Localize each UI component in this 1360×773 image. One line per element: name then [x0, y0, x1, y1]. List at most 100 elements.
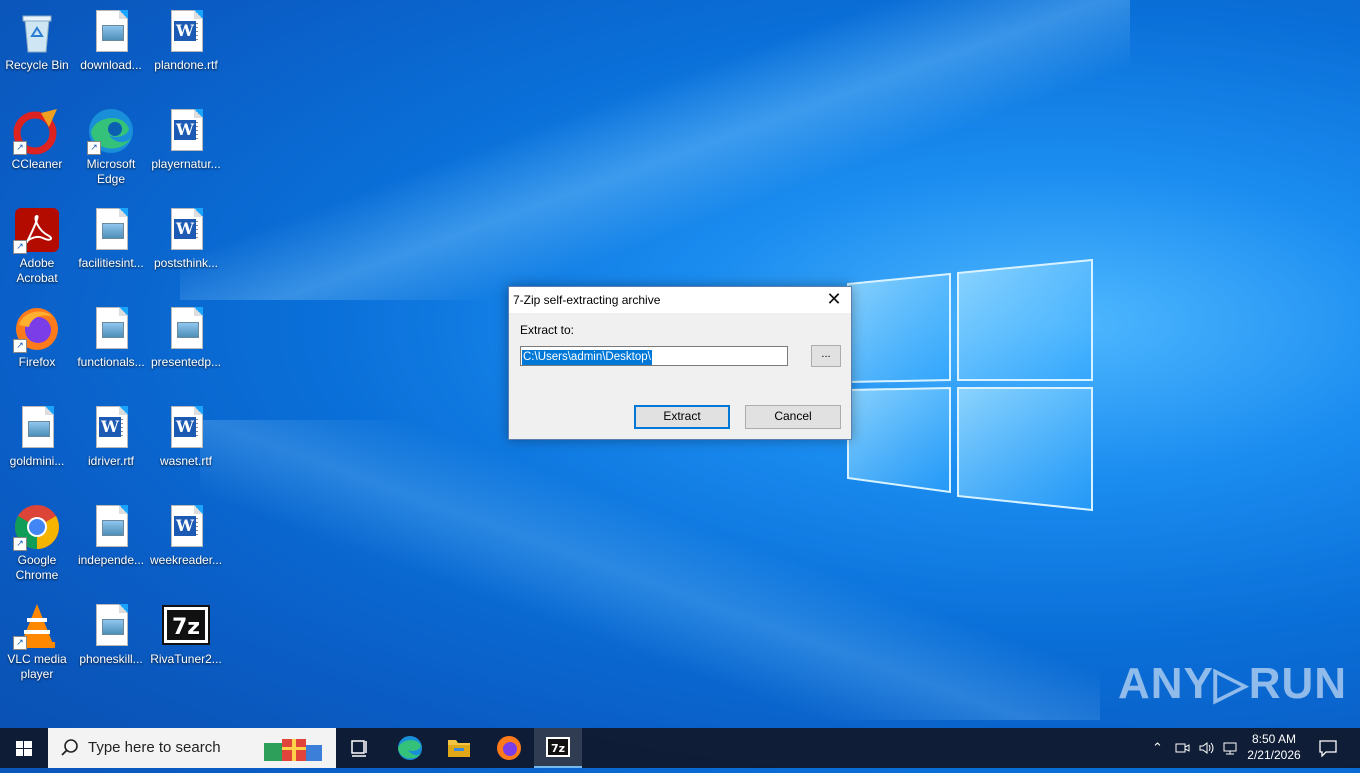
icon-label: independe...: [77, 553, 145, 567]
word-file-icon: W: [162, 404, 210, 452]
extract-path-value: C:\Users\admin\Desktop\: [522, 350, 652, 365]
browse-button[interactable]: ...: [811, 345, 841, 367]
icon-label: idriver.rtf: [87, 454, 134, 468]
folder-icon: [448, 740, 470, 757]
word-file-icon: W: [162, 8, 210, 56]
search-icon: [61, 739, 78, 756]
image-file-icon: [87, 602, 135, 650]
icon-label: VLC media player: [7, 652, 67, 681]
start-button[interactable]: [0, 728, 48, 768]
desktop-icon-poststhink[interactable]: W poststhink...: [149, 198, 223, 271]
desktop-icon-recycle-bin[interactable]: Recycle Bin: [0, 0, 74, 73]
icon-label: plandone.rtf: [154, 58, 218, 72]
firefox-icon: ↗: [13, 305, 61, 353]
notification-center-icon[interactable]: [1318, 739, 1338, 757]
desktop-icon-microsoft-edge[interactable]: ↗ Microsoft Edge: [74, 99, 148, 187]
clock[interactable]: 8:50 AM 2/21/2026: [1244, 731, 1304, 763]
icon-label: Firefox: [18, 355, 56, 369]
taskbar-edge[interactable]: [386, 728, 434, 768]
network-icon[interactable]: [1222, 740, 1240, 756]
image-file-icon: [87, 305, 135, 353]
svg-text:7z: 7z: [172, 615, 200, 640]
7zip-icon: 7z: [162, 602, 210, 650]
desktop-icon-rivatuner[interactable]: 7z RivaTuner2...: [149, 594, 223, 667]
gift-boxes-icon: [264, 739, 322, 761]
desktop-icon-ccleaner[interactable]: ↗ CCleaner: [0, 99, 74, 172]
desktop-icon-presentedp[interactable]: presentedp...: [149, 297, 223, 370]
edge-icon: ↗: [87, 107, 135, 155]
image-file-icon: [162, 305, 210, 353]
taskbar-7zip[interactable]: 7z: [534, 728, 582, 768]
extract-to-label: Extract to:: [520, 323, 575, 337]
windows-start-icon: [16, 741, 32, 756]
cancel-button[interactable]: Cancel: [745, 405, 841, 429]
desktop-icon-firefox[interactable]: ↗ Firefox: [0, 297, 74, 370]
close-icon[interactable]: ✕: [817, 287, 851, 313]
adobe-acrobat-icon: ↗: [13, 206, 61, 254]
icon-label: Recycle Bin: [5, 58, 69, 72]
desktop-icon-adobe-acrobat[interactable]: ↗ Adobe Acrobat: [0, 198, 74, 286]
taskbar: Type here to search 7z ⌃ 8:50 AM 2/21/20…: [0, 728, 1360, 768]
desktop-icon-plandone[interactable]: W plandone.rtf: [149, 0, 223, 73]
shortcut-arrow-icon: ↗: [13, 537, 27, 551]
shortcut-arrow-icon: ↗: [13, 141, 27, 155]
taskbar-file-explorer[interactable]: [435, 728, 483, 768]
desktop-icon-google-chrome[interactable]: ↗ Google Chrome: [0, 495, 74, 583]
icon-label: functionals...: [77, 355, 145, 369]
meet-now-icon[interactable]: [1174, 740, 1190, 756]
task-view-button[interactable]: [336, 728, 384, 768]
extract-button[interactable]: Extract: [634, 405, 730, 429]
image-file-icon: [87, 206, 135, 254]
icon-label: phoneskill...: [79, 652, 143, 666]
chrome-icon: ↗: [13, 503, 61, 551]
7zip-sfx-dialog: 7-Zip self-extracting archive ✕ Extract …: [508, 286, 852, 440]
icon-label: RivaTuner2...: [150, 652, 222, 666]
anyrun-watermark: ANY▷RUN: [1118, 659, 1348, 708]
windows-logo-wallpaper: [847, 258, 1093, 512]
icon-label: poststhink...: [153, 256, 219, 270]
icon-label: Google Chrome: [15, 553, 59, 582]
desktop-icon-goldmini[interactable]: goldmini...: [0, 396, 74, 469]
image-file-icon: [87, 8, 135, 56]
clock-date: 2/21/2026: [1247, 748, 1301, 762]
desktop-icon-playernatur[interactable]: W playernatur...: [149, 99, 223, 172]
clock-time: 8:50 AM: [1251, 732, 1297, 746]
desktop-icon-functionals[interactable]: functionals...: [74, 297, 148, 370]
word-file-icon: W: [162, 206, 210, 254]
edge-icon: [398, 736, 422, 760]
shortcut-arrow-icon: ↗: [87, 141, 101, 155]
desktop-icon-weekreader[interactable]: W weekreader...: [149, 495, 223, 568]
icon-label: download...: [80, 58, 142, 72]
shortcut-arrow-icon: ↗: [13, 339, 27, 353]
image-file-icon: [13, 404, 61, 452]
desktop-icon-vlc[interactable]: ↗ VLC media player: [0, 594, 74, 682]
shortcut-arrow-icon: ↗: [13, 636, 27, 650]
taskbar-firefox[interactable]: [485, 728, 533, 768]
word-file-icon: W: [162, 503, 210, 551]
vlc-icon: ↗: [13, 602, 61, 650]
task-view-icon: [351, 740, 367, 757]
desktop-icon-idriver[interactable]: W idriver.rtf: [74, 396, 148, 469]
shortcut-arrow-icon: ↗: [13, 240, 27, 254]
chevron-up-icon[interactable]: ⌃: [1152, 740, 1163, 756]
desktop-icon-facilitiesint[interactable]: facilitiesint...: [74, 198, 148, 271]
icon-label: playernatur...: [151, 157, 221, 171]
desktop-icon-phoneskill[interactable]: phoneskill...: [74, 594, 148, 667]
extract-path-input[interactable]: C:\Users\admin\Desktop\: [520, 346, 788, 366]
icon-label: wasnet.rtf: [159, 454, 213, 468]
desktop-icon-wasnet[interactable]: W wasnet.rtf: [149, 396, 223, 469]
word-file-icon: W: [87, 404, 135, 452]
taskbar-search-box[interactable]: Type here to search: [48, 728, 336, 768]
svg-text:7z: 7z: [551, 742, 565, 755]
search-placeholder: Type here to search: [88, 739, 221, 756]
word-file-icon: W: [162, 107, 210, 155]
recycle-bin-icon: [13, 8, 61, 56]
desktop-icon-independe[interactable]: independe...: [74, 495, 148, 568]
desktop-icon-download[interactable]: download...: [74, 0, 148, 73]
volume-icon[interactable]: [1198, 740, 1216, 756]
icon-label: facilitiesint...: [78, 256, 144, 270]
dialog-title: 7-Zip self-extracting archive: [513, 293, 661, 307]
light-beam-top: [180, 0, 1130, 300]
dialog-title-bar: 7-Zip self-extracting archive ✕: [509, 287, 851, 313]
icon-label: CCleaner: [11, 157, 63, 171]
